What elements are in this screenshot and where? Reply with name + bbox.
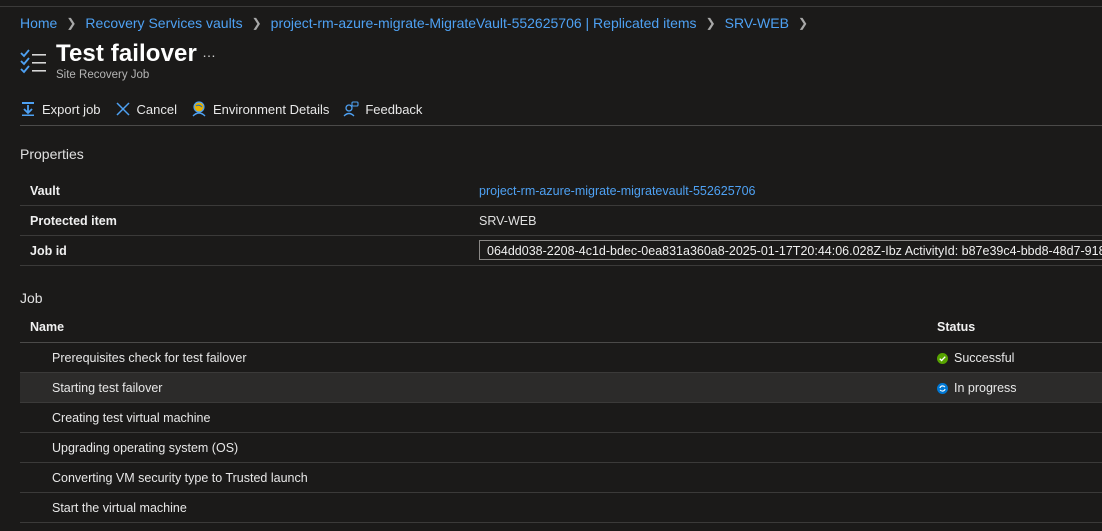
chevron-right-icon: ❯ [705, 16, 716, 30]
cancel-button[interactable]: Cancel [115, 101, 177, 117]
step-name: Starting test failover [52, 381, 163, 395]
breadcrumb-srv-web[interactable]: SRV-WEB [725, 15, 789, 31]
globe-person-icon [192, 101, 206, 117]
table-row[interactable]: Converting VM security type to Trusted l… [20, 463, 1102, 493]
breadcrumb-home[interactable]: Home [20, 15, 57, 31]
properties-table: Vault project-rm-azure-migrate-migrateva… [20, 176, 1102, 266]
table-row[interactable]: Prerequisites check for test failover Su… [20, 343, 1102, 373]
export-job-button[interactable]: Export job [20, 101, 101, 117]
table-row[interactable]: Start the virtual machine [20, 493, 1102, 523]
table-row[interactable]: Upgrading operating system (OS) [20, 433, 1102, 463]
property-row-vault: Vault project-rm-azure-migrate-migrateva… [20, 176, 1102, 206]
top-border [0, 6, 1102, 7]
job-steps-table: Name Status Prerequisites check for test… [20, 312, 1102, 523]
feedback-button[interactable]: Feedback [343, 101, 422, 117]
step-name: Converting VM security type to Trusted l… [52, 471, 308, 485]
property-row-job-id: Job id 064dd038-2208-4c1d-bdec-0ea831a36… [20, 236, 1102, 266]
vault-label: Vault [30, 184, 60, 198]
table-row[interactable]: Starting test failover In progress [20, 373, 1102, 403]
environment-details-label: Environment Details [213, 101, 330, 117]
protected-item-value: SRV-WEB [479, 214, 537, 228]
toolbar-divider [20, 125, 1102, 126]
column-header-status[interactable]: Status [937, 320, 975, 334]
step-name: Creating test virtual machine [52, 411, 211, 425]
success-check-icon [937, 352, 948, 364]
status-text: In progress [954, 381, 1017, 395]
chevron-right-icon: ❯ [66, 16, 77, 30]
job-section-title: Job [20, 290, 43, 306]
properties-section-title: Properties [20, 146, 84, 162]
cancel-label: Cancel [136, 101, 178, 117]
in-progress-sync-icon [937, 382, 948, 394]
step-name: Upgrading operating system (OS) [52, 441, 239, 455]
column-header-name[interactable]: Name [30, 320, 64, 334]
status-text: Successful [954, 351, 1015, 365]
feedback-label: Feedback [365, 101, 423, 117]
chevron-right-icon: ❯ [251, 16, 262, 30]
environment-details-button[interactable]: Environment Details [191, 101, 329, 117]
property-row-protected-item: Protected item SRV-WEB [20, 206, 1102, 236]
table-row[interactable]: Creating test virtual machine [20, 403, 1102, 433]
more-options-icon[interactable]: … [202, 44, 217, 60]
step-name: Prerequisites check for test failover [52, 351, 247, 365]
step-status: Successful [937, 351, 1014, 365]
step-status: In progress [937, 381, 1017, 395]
breadcrumb: Home ❯ Recovery Services vaults ❯ projec… [20, 14, 817, 32]
vault-link[interactable]: project-rm-azure-migrate-migratevault-55… [479, 184, 756, 198]
export-job-label: Export job [42, 101, 101, 117]
command-bar: Export job Cancel Environment Details Fe… [20, 98, 436, 120]
checklist-icon [20, 49, 46, 74]
feedback-person-icon [343, 101, 359, 117]
close-icon [116, 102, 130, 116]
job-id-field[interactable]: 064dd038-2208-4c1d-bdec-0ea831a360a8-202… [479, 240, 1102, 260]
breadcrumb-replicated-items[interactable]: project-rm-azure-migrate-MigrateVault-55… [271, 15, 697, 31]
page-subtitle: Site Recovery Job [56, 69, 150, 81]
protected-item-label: Protected item [30, 214, 117, 228]
chevron-right-icon: ❯ [797, 16, 808, 30]
job-id-label: Job id [30, 244, 67, 258]
page-title: Test failover [56, 40, 197, 67]
step-name: Start the virtual machine [52, 501, 187, 515]
download-icon [22, 102, 34, 116]
breadcrumb-recovery-services-vaults[interactable]: Recovery Services vaults [85, 15, 242, 31]
table-header: Name Status [20, 312, 1102, 343]
